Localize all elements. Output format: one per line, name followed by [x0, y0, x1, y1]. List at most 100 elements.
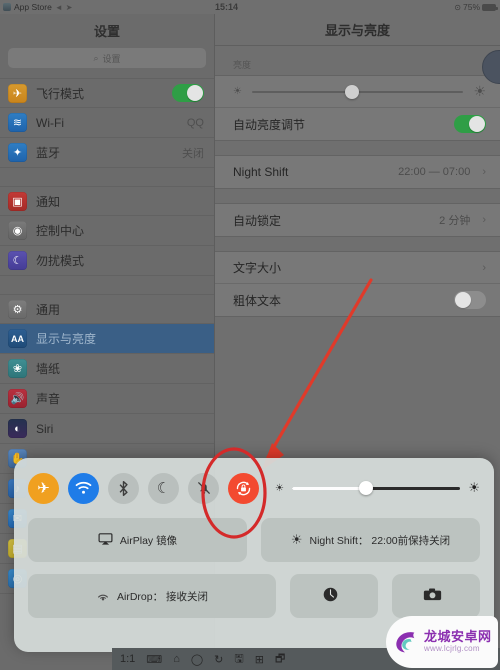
airdrop-tile[interactable]: AirDrop： 接收关闭: [28, 574, 276, 618]
airplay-icon: [98, 532, 113, 548]
brightness-slider[interactable]: ☀ ☀: [233, 83, 486, 100]
airdrop-icon: [96, 588, 110, 605]
sidebar-item-label: 显示与亮度: [36, 332, 97, 346]
sidebar-group-connectivity: ✈ 飞行模式 ≋ Wi-Fi QQ ✦ 蓝牙 关闭: [0, 78, 214, 168]
sidebar-item-airplane-mode[interactable]: ✈ 飞行模式: [0, 78, 214, 108]
brightness-track[interactable]: [291, 481, 461, 495]
watermark-url: www.lcjrlg.com: [424, 643, 480, 653]
rotation-lock-button[interactable]: [228, 472, 259, 504]
timer-tile[interactable]: [290, 574, 378, 618]
rotation-lock-icon: [236, 481, 251, 495]
airplane-mode-toggle[interactable]: [172, 84, 204, 102]
taskbar-item-window[interactable]: 🗗: [275, 650, 285, 669]
screenshot-root: App Store ◄ ➤ 15:14 ⊙ 75% 设置 ⌕ 设置 ✈ 飞行模式…: [0, 0, 500, 670]
taskbar-item-screenshot[interactable]: ⊞: [255, 653, 264, 666]
auto-brightness-row[interactable]: 自动亮度调节: [215, 108, 500, 140]
airdrop-label: AirDrop： 接收关闭: [116, 590, 208, 603]
taskbar-item-home[interactable]: ⌂: [173, 653, 180, 665]
text-size-row[interactable]: 文字大小 ›: [215, 252, 500, 284]
night-shift-tile[interactable]: ☀ Night Shift： 22:00前保持关闭: [261, 518, 480, 562]
search-container: ⌕ 设置: [0, 46, 214, 76]
share-arrow-icon[interactable]: ➤: [66, 3, 73, 12]
brightness-card: ☀ ☀ 自动亮度调节: [215, 75, 500, 141]
airplay-mirror-label: AirPlay 镜像: [119, 534, 178, 547]
wifi-value: QQ: [186, 116, 204, 129]
siri-icon: ◐: [8, 419, 27, 438]
bluetooth-icon: ✦: [8, 143, 27, 162]
sidebar-item-label: 飞行模式: [36, 86, 85, 101]
chevron-right-icon: ›: [482, 261, 486, 274]
airplane-mode-button[interactable]: ✈: [28, 472, 59, 504]
auto-brightness-label: 自动亮度调节: [233, 117, 306, 132]
sidebar-item-display-brightness[interactable]: AA 显示与亮度: [0, 324, 214, 354]
sidebar-item-do-not-disturb[interactable]: ☾ 勿扰模式: [0, 246, 214, 276]
text-card: 文字大小 › 粗体文本: [215, 251, 500, 317]
bell-slash-icon: [197, 481, 210, 495]
night-shift-value: 22:00 — 07:00: [398, 166, 471, 178]
sidebar-item-notifications[interactable]: ▣ 通知: [0, 186, 214, 216]
sidebar-item-general[interactable]: ⚙ 通用: [0, 294, 214, 324]
sidebar-item-label: 通知: [36, 194, 61, 209]
wifi-button[interactable]: [68, 472, 99, 504]
sidebar-item-label: Wi-Fi: [36, 115, 64, 130]
taskbar-item-circle[interactable]: ◯: [191, 653, 203, 666]
control-center-tiles-row-2: AirDrop： 接收关闭: [28, 574, 480, 618]
bluetooth-value: 关闭: [182, 147, 204, 160]
control-center-icon: ◉: [8, 221, 27, 240]
sidebar-item-siri[interactable]: ◐ Siri: [0, 414, 214, 444]
bold-text-row[interactable]: 粗体文本: [215, 284, 500, 316]
notifications-icon: ▣: [8, 191, 27, 211]
brightness-knob[interactable]: [345, 84, 359, 99]
camera-tile[interactable]: [392, 574, 480, 618]
sidebar-item-wallpaper[interactable]: ❀ 墙纸: [0, 354, 214, 384]
status-bar-left: App Store ◄ ➤: [0, 2, 215, 12]
search-input[interactable]: ⌕ 设置: [8, 48, 206, 68]
status-app-name: App Store: [14, 2, 52, 12]
night-shift-row[interactable]: Night Shift 22:00 — 07:00 ›: [215, 156, 500, 188]
airplay-mirror-tile[interactable]: AirPlay 镜像: [28, 518, 247, 562]
auto-brightness-toggle[interactable]: [454, 115, 486, 133]
gear-icon: ⚙: [8, 299, 27, 319]
control-center-tiles-row-1: AirPlay 镜像 ☀ Night Shift： 22:00前保持关闭: [28, 518, 480, 562]
sidebar-item-control-center[interactable]: ◉ 控制中心: [0, 216, 214, 246]
control-center-brightness-slider[interactable]: ☀ ☀: [275, 480, 480, 496]
appstore-icon: [3, 3, 11, 11]
camera-icon: [423, 587, 442, 605]
mute-button[interactable]: [188, 472, 219, 504]
status-bar: App Store ◄ ➤ 15:14 ⊙ 75%: [0, 0, 500, 14]
control-center-toggles: ✈ ☾: [28, 472, 259, 504]
sidebar-group-notifications: ▣ 通知 ◉ 控制中心 ☾ 勿扰模式: [0, 186, 214, 276]
sidebar-item-label: 声音: [36, 392, 61, 406]
brightness-knob[interactable]: [359, 481, 374, 495]
back-arrow-icon[interactable]: ◄: [55, 3, 63, 12]
taskbar-item-save[interactable]: 🖫: [234, 650, 243, 669]
battery-icon: [482, 3, 498, 11]
brightness-slider-row[interactable]: ☀ ☀: [215, 76, 500, 108]
status-bar-right: ⊙ 75%: [454, 2, 500, 12]
search-icon: ⌕: [93, 52, 99, 63]
sidebar-item-wifi[interactable]: ≋ Wi-Fi QQ: [0, 108, 214, 138]
rotation-lock-status-icon: ⊙: [454, 2, 461, 12]
do-not-disturb-button[interactable]: ☾: [148, 472, 179, 504]
sidebar-item-sound[interactable]: 🔊 声音: [0, 384, 214, 414]
taskbar-item-rotate[interactable]: ↻: [214, 653, 223, 666]
brightness-track[interactable]: [251, 84, 464, 99]
bold-text-toggle[interactable]: [454, 291, 486, 309]
bold-text-label: 粗体文本: [233, 293, 282, 308]
auto-lock-value: 2 分钟: [439, 215, 471, 227]
wifi-icon: ≋: [8, 113, 27, 132]
text-size-icon: AA: [8, 329, 27, 348]
moon-icon: ☾: [8, 251, 27, 270]
sidebar-item-bluetooth[interactable]: ✦ 蓝牙 关闭: [0, 138, 214, 168]
sidebar-item-label: 勿扰模式: [36, 254, 85, 268]
bluetooth-button[interactable]: [108, 472, 139, 504]
chevron-right-icon: ›: [482, 166, 486, 178]
brightness-section-label: 亮度: [233, 60, 252, 70]
auto-lock-row[interactable]: 自动锁定 2 分钟 ›: [215, 204, 500, 236]
dragon-c-logo-icon: [390, 627, 420, 657]
taskbar-item-keyboard[interactable]: ⌨: [146, 653, 162, 666]
wallpaper-icon: ❀: [8, 359, 27, 378]
taskbar-item-zoom[interactable]: 1:1: [120, 653, 135, 665]
